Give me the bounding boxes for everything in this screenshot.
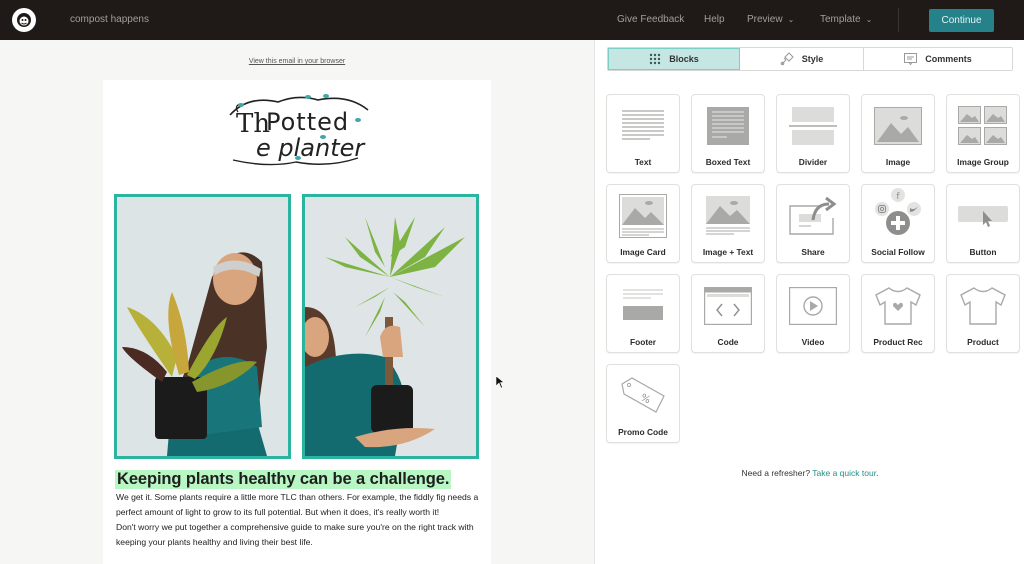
- continue-button[interactable]: Continue: [929, 9, 994, 32]
- block-label: Promo Code: [618, 427, 668, 437]
- blocks-grid: Text Boxed Text Divider Image Image Grou…: [606, 94, 1020, 443]
- video-icon: [777, 283, 849, 329]
- block-image-group[interactable]: Image Group: [946, 94, 1020, 173]
- email-body-text[interactable]: We get it. Some plants require a little …: [116, 490, 486, 550]
- image-icon: [862, 103, 934, 149]
- preview-menu[interactable]: Preview ⌄: [747, 14, 794, 25]
- panel-tabs: Blocks Style Comments: [607, 47, 1013, 71]
- view-in-browser-link[interactable]: View this email in your browser: [0, 58, 594, 65]
- campaign-name[interactable]: compost happens: [70, 14, 149, 25]
- plant-photo-left[interactable]: [114, 194, 291, 459]
- divider-icon: [777, 103, 849, 149]
- block-share[interactable]: Share: [776, 184, 850, 263]
- help-link[interactable]: Help: [704, 14, 725, 25]
- refresher-text: Need a refresher? Take a quick tour.: [595, 468, 1024, 478]
- block-label: Button: [969, 247, 997, 257]
- block-label: Divider: [798, 157, 828, 167]
- block-label: Product: [967, 337, 999, 347]
- svg-text:%: %: [639, 392, 652, 406]
- block-divider[interactable]: Divider: [776, 94, 850, 173]
- block-label: Share: [801, 247, 825, 257]
- block-label: Image: [885, 157, 911, 167]
- tab-comments-label: Comments: [925, 54, 972, 64]
- block-button[interactable]: Button: [946, 184, 1020, 263]
- refresher-prompt: Need a refresher?: [741, 468, 811, 478]
- block-label: Footer: [629, 337, 657, 347]
- block-footer[interactable]: Footer: [606, 274, 680, 353]
- block-video[interactable]: Video: [776, 274, 850, 353]
- body-paragraph-1: We get it. Some plants require a little …: [116, 492, 479, 517]
- svg-text:e planter: e planter: [256, 134, 366, 162]
- block-label: Image + Text: [702, 247, 754, 257]
- promo-code-icon: %: [607, 373, 679, 419]
- block-label: Text: [634, 157, 652, 167]
- top-bar: compost happens Give Feedback Help Previ…: [0, 0, 1024, 40]
- body-paragraph-2: Don't worry we put together a comprehens…: [116, 522, 474, 547]
- comment-icon: [904, 53, 918, 65]
- email-canvas: View this email in your browser Th Potte…: [0, 40, 594, 564]
- block-image-text[interactable]: Image + Text: [691, 184, 765, 263]
- email-headline[interactable]: Keeping plants healthy can be a challeng…: [115, 470, 452, 489]
- tab-style-label: Style: [801, 54, 824, 64]
- brand-logo[interactable]: Th Potted e planter: [208, 90, 384, 170]
- block-label: Image Card: [620, 247, 666, 257]
- grid-dots-icon: [650, 53, 661, 65]
- block-image-card[interactable]: Image Card: [606, 184, 680, 263]
- social-follow-icon: f: [862, 188, 934, 235]
- block-label: Boxed Text: [705, 157, 751, 167]
- block-code[interactable]: Code: [691, 274, 765, 353]
- block-label: Video: [801, 337, 825, 347]
- tab-comments[interactable]: Comments: [864, 48, 1012, 70]
- svg-text:Potted: Potted: [266, 108, 349, 136]
- block-image[interactable]: Image: [861, 94, 935, 173]
- button-block-icon: [947, 193, 1019, 239]
- email-body: Th Potted e planter Keeping plants healt…: [103, 80, 491, 564]
- block-label: Code: [717, 337, 739, 347]
- block-social-follow[interactable]: f Social Follow: [861, 184, 935, 263]
- mouse-cursor-icon: [496, 376, 505, 389]
- block-label: Social Follow: [871, 247, 925, 257]
- preview-label: Preview: [747, 14, 783, 25]
- template-label: Template: [820, 14, 861, 25]
- code-icon: [692, 283, 764, 329]
- block-product-rec[interactable]: Product Rec: [861, 274, 935, 353]
- tab-blocks-label: Blocks: [669, 54, 699, 64]
- block-text[interactable]: Text: [606, 94, 680, 173]
- share-icon: [777, 193, 849, 239]
- paint-brush-icon: [780, 52, 794, 66]
- nav-divider: [898, 8, 899, 32]
- refresher-period: .: [876, 468, 879, 478]
- template-menu[interactable]: Template ⌄: [820, 14, 872, 25]
- image-text-icon: [692, 193, 764, 239]
- block-promo-code[interactable]: % Promo Code: [606, 364, 680, 443]
- block-product[interactable]: Product: [946, 274, 1020, 353]
- image-card-icon: [607, 193, 679, 239]
- tab-blocks[interactable]: Blocks: [608, 48, 740, 70]
- tab-style[interactable]: Style: [740, 48, 864, 70]
- block-boxed-text[interactable]: Boxed Text: [691, 94, 765, 173]
- block-label: Image Group: [957, 157, 1009, 167]
- mailchimp-logo-icon[interactable]: [12, 8, 36, 32]
- block-label: Product Rec: [873, 337, 923, 347]
- footer-icon: [607, 283, 679, 329]
- boxed-text-icon: [692, 103, 764, 149]
- product-rec-icon: [862, 283, 934, 329]
- text-block-icon: [607, 103, 679, 149]
- image-group-icon: [947, 103, 1019, 149]
- content-panel: Blocks Style Comments Text Boxed Text Di…: [594, 40, 1024, 564]
- product-icon: [947, 283, 1019, 329]
- plant-photo-right[interactable]: [302, 194, 479, 459]
- chevron-down-icon: ⌄: [787, 15, 795, 24]
- chevron-down-icon: ⌄: [865, 15, 873, 24]
- give-feedback-link[interactable]: Give Feedback: [617, 14, 684, 25]
- quick-tour-link[interactable]: Take a quick tour: [812, 468, 876, 478]
